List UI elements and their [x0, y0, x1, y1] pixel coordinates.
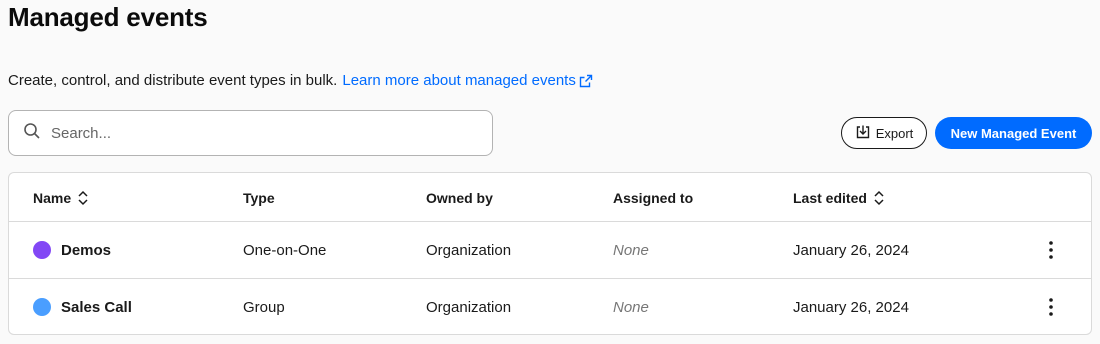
search-icon	[23, 122, 41, 145]
column-header-type: Type	[243, 173, 275, 222]
table-row[interactable]: Sales Call Group Organization None Janua…	[9, 279, 1091, 334]
event-color-dot	[33, 241, 51, 259]
column-header-assigned-to: Assigned to	[613, 173, 693, 222]
description-text: Create, control, and distribute event ty…	[8, 72, 338, 89]
learn-more-link[interactable]: Learn more about managed events	[342, 72, 576, 89]
event-name-cell[interactable]: Sales Call	[33, 279, 132, 334]
table-row[interactable]: Demos One-on-One Organization None Janua…	[9, 222, 1091, 279]
event-color-dot	[33, 298, 51, 316]
column-last-edited-label: Last edited	[793, 189, 867, 206]
column-header-owned-by: Owned by	[426, 173, 493, 222]
download-icon	[855, 124, 871, 143]
event-last-edited: January 26, 2024	[793, 241, 909, 259]
more-options-icon[interactable]	[1039, 222, 1063, 278]
managed-events-table: Name Type Owned by Assigned to Last edit…	[8, 172, 1092, 335]
sort-icon[interactable]	[873, 190, 885, 206]
column-type-label: Type	[243, 189, 275, 206]
event-name: Sales Call	[61, 298, 132, 316]
event-assigned: None	[613, 298, 649, 316]
table-header: Name Type Owned by Assigned to Last edit…	[9, 173, 1091, 222]
search-input[interactable]	[51, 124, 451, 142]
event-owner: Organization	[426, 298, 512, 316]
event-name-cell[interactable]: Demos	[33, 222, 111, 278]
event-last-edited: January 26, 2024	[793, 298, 909, 316]
export-label: Export	[875, 125, 914, 141]
page-title: Managed events	[8, 2, 208, 32]
more-options-icon[interactable]	[1039, 279, 1063, 334]
event-assigned: None	[613, 241, 649, 259]
event-type: One-on-One	[243, 241, 327, 259]
column-header-name[interactable]: Name	[33, 173, 89, 222]
column-header-last-edited[interactable]: Last edited	[793, 173, 885, 222]
new-managed-event-button[interactable]: New Managed Event	[935, 117, 1092, 149]
external-link-icon[interactable]	[579, 74, 593, 88]
column-name-label: Name	[33, 189, 72, 206]
column-assigned-to-label: Assigned to	[613, 189, 694, 206]
column-owned-by-label: Owned by	[426, 189, 493, 206]
event-type: Group	[243, 298, 285, 316]
search-box	[8, 110, 493, 156]
export-button[interactable]: Export	[841, 117, 927, 149]
event-name: Demos	[61, 241, 112, 259]
event-owner: Organization	[426, 241, 512, 259]
managed-events-page: Managed events Create, control, and dist…	[0, 0, 1100, 344]
sort-icon[interactable]	[77, 190, 89, 206]
page-description: Create, control, and distribute event ty…	[8, 72, 593, 89]
